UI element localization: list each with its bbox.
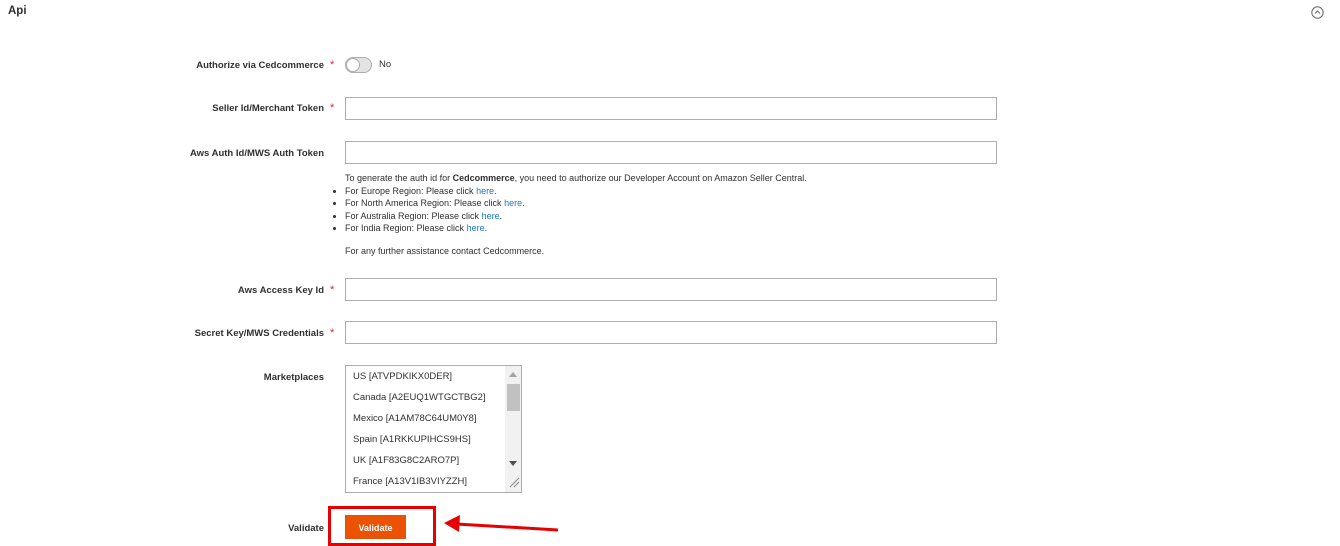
region-item: For India Region: Please click here. (333, 222, 985, 235)
region-item: For Europe Region: Please click here. (333, 185, 985, 198)
authorize-label: Authorize via Cedcommerce (196, 60, 324, 71)
scroll-down-arrow-icon[interactable] (509, 461, 517, 466)
marketplace-option[interactable]: US [ATVPDKIKX0DER] (353, 371, 452, 382)
annotation-arrow-icon (444, 515, 559, 532)
resize-grip-icon[interactable] (507, 475, 521, 489)
region-end: . (484, 223, 488, 233)
aws-auth-label: Aws Auth Id/MWS Auth Token (189, 148, 324, 159)
secret-key-input[interactable] (345, 321, 997, 344)
access-key-input[interactable] (345, 278, 997, 301)
chevron-up-circle-icon[interactable] (1311, 6, 1324, 19)
marketplace-option[interactable]: Spain [A1RKKUPIHCS9HS] (353, 434, 471, 445)
auth-note: To generate the auth id for Cedcommerce,… (333, 172, 985, 257)
required-marker: * (330, 59, 335, 71)
region-text: For India Region: Please click (345, 223, 467, 233)
marketplaces-label: Marketplaces (263, 372, 324, 383)
region-end: . (499, 210, 503, 221)
marketplace-option[interactable]: France [A13V1IB3VIYZZH] (353, 476, 467, 487)
north-america-here-link[interactable]: here (504, 198, 522, 208)
authorize-toggle[interactable] (345, 57, 372, 73)
region-end: . (522, 198, 525, 208)
section-title[interactable]: Api (8, 5, 27, 17)
region-text: For Europe Region: Please click (345, 185, 477, 196)
further-assistance-text: For any further assistance contact Cedco… (345, 245, 545, 256)
access-key-label: Aws Access Key Id (237, 285, 324, 296)
aws-auth-input[interactable] (345, 141, 997, 164)
scrollbar-thumb[interactable] (507, 384, 520, 411)
scroll-up-arrow-icon[interactable] (509, 372, 517, 377)
required-marker: * (330, 284, 335, 296)
region-item: For North America Region: Please click h… (333, 197, 985, 210)
note-intro-bold: Cedcommerce (452, 173, 515, 183)
seller-id-label: Seller Id/Merchant Token (212, 103, 324, 114)
australia-here-link[interactable]: here (482, 211, 500, 221)
region-text: For North America Region: Please click (345, 198, 505, 208)
validate-button[interactable]: Validate (345, 515, 406, 539)
note-intro-prefix: To generate the auth id for (345, 173, 453, 183)
india-here-link[interactable]: here (467, 223, 485, 233)
marketplaces-multiselect[interactable]: US [ATVPDKIKX0DER] Canada [A2EUQ1WTGCTBG… (345, 365, 522, 493)
required-marker: * (330, 327, 335, 339)
region-end: . (494, 185, 497, 196)
required-marker: * (330, 102, 335, 114)
region-text: For Australia Region: Please click (345, 210, 482, 221)
marketplace-option[interactable]: Mexico [A1AM78C64UM0Y8] (353, 413, 477, 424)
region-list: For Europe Region: Please click here. Fo… (333, 185, 985, 235)
region-item: For Australia Region: Please click here. (333, 210, 985, 223)
marketplace-option[interactable]: UK [A1F83G8C2ARO7P] (353, 455, 459, 466)
secret-key-label: Secret Key/MWS Credentials (194, 328, 324, 339)
marketplace-option[interactable]: Canada [A2EUQ1WTGCTBG2] (353, 392, 486, 403)
validate-label: Validate (288, 523, 324, 534)
seller-id-input[interactable] (345, 97, 997, 120)
toggle-knob (346, 58, 360, 72)
toggle-state-text: No (379, 59, 392, 70)
note-intro-suffix: , you need to authorize our Developer Ac… (514, 173, 807, 183)
europe-here-link[interactable]: here (476, 186, 494, 196)
auth-note-intro: To generate the auth id for Cedcommerce,… (345, 172, 985, 185)
